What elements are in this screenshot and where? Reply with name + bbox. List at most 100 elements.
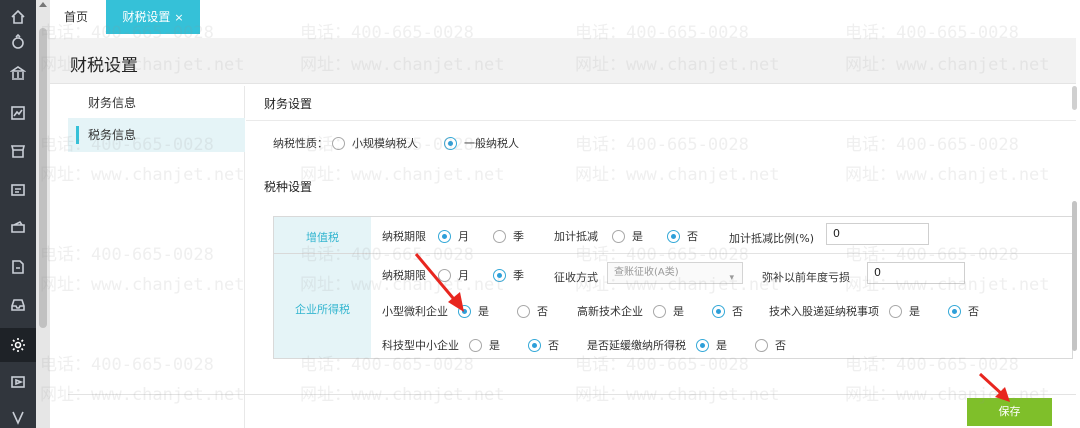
tech-equity-label: 技术入股递延纳税事项 xyxy=(769,305,879,318)
home-icon[interactable] xyxy=(9,8,27,26)
loss-carryover-input[interactable]: 0 xyxy=(867,262,965,284)
active-indicator xyxy=(76,126,79,144)
side-nav-item-finance[interactable]: 财务信息 xyxy=(68,86,245,120)
cit-quarter-label: 季 xyxy=(513,269,524,282)
deduction-yes-label: 是 xyxy=(632,230,643,243)
save-button[interactable]: 保存 xyxy=(967,398,1052,426)
vat-quarter-label: 季 xyxy=(513,230,524,243)
cit-period-label: 纳税期限 xyxy=(382,269,426,282)
radio-high-tech-no[interactable] xyxy=(711,304,725,318)
tax-type-table: 增值税 企业所得税 纳税期限 月 季 加计抵减 是 否 加计抵减比例(%) 0 … xyxy=(273,216,1073,359)
close-icon[interactable]: × xyxy=(174,11,183,24)
radio-high-tech-yes[interactable] xyxy=(652,304,666,318)
bank-icon[interactable] xyxy=(9,64,27,82)
small-profit-yes-label: 是 xyxy=(478,305,489,318)
taxpayer-type-label: 纳税性质： xyxy=(273,137,328,150)
vat-period-label: 纳税期限 xyxy=(382,230,426,243)
settings-side-nav: 财务信息 税务信息 xyxy=(68,86,245,428)
deduction-no-label: 否 xyxy=(687,230,698,243)
wallet-icon[interactable] xyxy=(9,218,27,236)
cit-period-row: 纳税期限 月 季 xyxy=(382,267,524,283)
tab-tax-settings-label: 财税设置 xyxy=(122,10,171,24)
collection-method-label: 征收方式 xyxy=(554,271,598,284)
rail-scrollbar[interactable] xyxy=(36,0,50,428)
money-bag-icon[interactable] xyxy=(9,32,27,50)
tech-sme-no-label: 否 xyxy=(548,339,559,352)
invoice-icon[interactable] xyxy=(9,181,27,199)
defer-yes-label: 是 xyxy=(716,339,727,352)
chart-icon[interactable] xyxy=(9,104,27,122)
radio-small-taxpayer[interactable] xyxy=(331,136,345,150)
taxpayer-type-row: 纳税性质： 小规模纳税人 一般纳税人 xyxy=(273,135,519,151)
radio-deduction-yes[interactable] xyxy=(611,229,625,243)
shop-icon[interactable] xyxy=(9,142,27,160)
radio-general-taxpayer[interactable] xyxy=(443,136,457,150)
main-content: 财务设置 纳税性质： 小规模纳税人 一般纳税人 税种设置 增值税 企业所得税 纳… xyxy=(246,86,1076,428)
radio-tech-sme-yes[interactable] xyxy=(468,338,482,352)
scroll-thumb[interactable] xyxy=(39,28,47,328)
finance-section-title: 财务设置 xyxy=(264,97,313,111)
radio-defer-yes[interactable] xyxy=(695,338,709,352)
tech-sme-label: 科技型中小企业 xyxy=(382,339,459,352)
general-taxpayer-label: 一般纳税人 xyxy=(464,137,519,150)
radio-small-profit-yes[interactable] xyxy=(457,304,471,318)
collection-method-select[interactable]: 查账征收(A类) ▾ xyxy=(607,262,743,284)
main-scroll-thumb[interactable] xyxy=(1072,201,1077,351)
side-nav-item-tax[interactable]: 税务信息 xyxy=(68,118,245,152)
high-tech-yes-label: 是 xyxy=(673,305,684,318)
tab-bar: 首页 财税设置 × xyxy=(50,0,1080,38)
vip-icon[interactable] xyxy=(9,408,27,426)
settings-gear-icon[interactable] xyxy=(0,328,36,362)
small-profit-label: 小型微利企业 xyxy=(382,305,448,318)
small-profit-no-label: 否 xyxy=(537,305,548,318)
small-taxpayer-label: 小规模纳税人 xyxy=(352,137,418,150)
radio-vat-month[interactable] xyxy=(437,229,451,243)
deduction-rate-input[interactable]: 0 xyxy=(826,223,929,245)
chevron-down-icon: ▾ xyxy=(729,273,734,283)
loss-carryover-label: 弥补以前年度亏损 xyxy=(762,271,850,284)
cit-month-label: 月 xyxy=(458,269,469,282)
tech-equity-yes-label: 是 xyxy=(909,305,920,318)
vat-month-label: 月 xyxy=(458,230,469,243)
main-scrollbar[interactable] xyxy=(1068,86,1080,386)
vat-label: 增值税 xyxy=(306,231,339,244)
radio-tech-equity-yes[interactable] xyxy=(888,304,902,318)
divider xyxy=(246,120,1076,121)
document-icon[interactable] xyxy=(9,258,27,276)
vat-period-row: 纳税期限 月 季 xyxy=(382,228,524,244)
vat-deduction-row: 加计抵减 是 否 xyxy=(554,228,698,244)
defer-tax-label: 是否延缓缴纳所得税 xyxy=(587,339,686,352)
high-tech-row: 高新技术企业 是 否 xyxy=(577,303,743,319)
radio-small-profit-no[interactable] xyxy=(516,304,530,318)
media-icon[interactable] xyxy=(9,373,27,391)
defer-no-label: 否 xyxy=(775,339,786,352)
defer-tax-row: 是否延缓缴纳所得税 是 否 xyxy=(587,337,786,353)
collection-method-value: 查账征收(A类) xyxy=(614,267,679,278)
radio-tech-equity-no[interactable] xyxy=(947,304,961,318)
small-profit-row: 小型微利企业 是 否 xyxy=(382,303,548,319)
tech-sme-row: 科技型中小企业 是 否 xyxy=(382,337,559,353)
page-header: 财税设置 xyxy=(50,38,1076,84)
high-tech-label: 高新技术企业 xyxy=(577,305,643,318)
footer-divider xyxy=(68,394,1076,395)
radio-defer-no[interactable] xyxy=(754,338,768,352)
deduction-label: 加计抵减 xyxy=(554,230,598,243)
tech-equity-no-label: 否 xyxy=(968,305,979,318)
tab-tax-settings[interactable]: 财税设置 × xyxy=(106,0,200,34)
radio-vat-quarter[interactable] xyxy=(492,229,506,243)
radio-tech-sme-no[interactable] xyxy=(527,338,541,352)
tech-equity-row: 技术入股递延纳税事项 是 否 xyxy=(769,303,979,319)
cit-label: 企业所得税 xyxy=(295,303,350,316)
side-nav-item-tax-label: 税务信息 xyxy=(88,128,137,142)
high-tech-no-label: 否 xyxy=(732,305,743,318)
inbox-icon[interactable] xyxy=(9,296,27,314)
radio-deduction-no[interactable] xyxy=(666,229,680,243)
tab-home[interactable]: 首页 xyxy=(64,0,88,34)
tax-section-title: 税种设置 xyxy=(264,180,313,194)
page-title: 财税设置 xyxy=(70,56,138,76)
radio-cit-quarter[interactable] xyxy=(492,268,506,282)
tech-sme-yes-label: 是 xyxy=(489,339,500,352)
icon-rail xyxy=(0,0,36,428)
radio-cit-month[interactable] xyxy=(437,268,451,282)
scroll-up-icon[interactable] xyxy=(39,2,47,7)
